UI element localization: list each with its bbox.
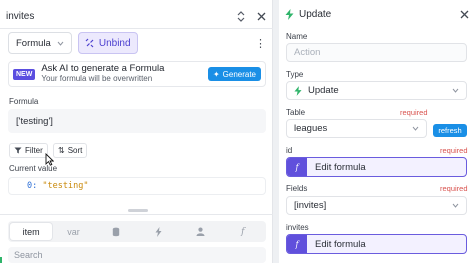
filter-label: Filter: [25, 146, 43, 155]
table-select[interactable]: leagues: [286, 119, 427, 138]
action-title: Update: [299, 9, 332, 20]
function-icon: f: [287, 235, 307, 253]
scrollbar[interactable]: [267, 0, 273, 263]
type-label: Type: [286, 70, 304, 79]
fields-select[interactable]: [invites]: [286, 196, 467, 215]
refresh-button[interactable]: refresh: [433, 124, 467, 137]
tab-user[interactable]: [179, 223, 221, 240]
id-formula-button[interactable]: f Edit formula: [286, 157, 467, 177]
table-label: Table: [286, 108, 306, 117]
bolt-icon: [294, 85, 302, 96]
mode-select-value: Formula: [16, 37, 51, 49]
more-icon[interactable]: ⋮: [255, 37, 266, 50]
search-input[interactable]: Search: [8, 247, 266, 263]
fields-value: [invites]: [294, 200, 327, 211]
unlink-icon: [85, 38, 94, 48]
action-properties-panel: Update Name Action Type Update Table req…: [279, 0, 474, 263]
current-value-display: 0: "testing": [8, 177, 266, 195]
fields-required: required: [440, 184, 468, 193]
tab-item[interactable]: item: [10, 223, 53, 240]
tab-database[interactable]: [95, 223, 137, 240]
data-source-tabs: item var f: [8, 221, 266, 242]
chevron-down-icon: [452, 88, 459, 93]
formula-label: Formula: [9, 97, 39, 106]
sort-button[interactable]: ⇅ Sort: [53, 143, 88, 158]
tab-functions[interactable]: f: [222, 223, 264, 240]
function-icon: f: [241, 226, 245, 237]
sort-icon: ⇅: [58, 146, 65, 155]
current-value-string: "testing": [42, 181, 89, 191]
database-icon: [112, 227, 120, 236]
current-value-key: 0:: [27, 181, 38, 191]
invites-formula-label: Edit formula: [315, 238, 366, 250]
unbind-button[interactable]: Unbind: [77, 32, 138, 54]
current-value-label: Current value: [9, 164, 58, 173]
close-icon[interactable]: [460, 10, 469, 19]
id-required: required: [440, 146, 468, 155]
id-formula-label: Edit formula: [315, 161, 366, 173]
chevron-down-icon: [452, 203, 459, 208]
table-value: leagues: [294, 123, 328, 134]
tab-var[interactable]: var: [52, 223, 94, 240]
divider: [0, 28, 273, 29]
sparkle-icon: ✦: [212, 69, 220, 79]
mode-select[interactable]: Formula: [8, 32, 72, 54]
chevron-down-icon: [57, 41, 64, 46]
ai-generate-banner: NEW Ask AI to generate a Formula Your fo…: [8, 61, 266, 87]
status-indicator: [0, 257, 2, 263]
generate-label: Generate: [222, 69, 256, 79]
bolt-icon: [155, 226, 162, 237]
filter-button[interactable]: Filter: [9, 143, 48, 158]
filter-icon: [14, 147, 22, 154]
ai-subtitle: Your formula will be overwritten: [41, 74, 153, 83]
action-header: Update: [285, 9, 331, 20]
type-select[interactable]: Update: [286, 81, 467, 100]
binding-toolbar: Formula Unbind ⋮: [8, 31, 266, 55]
panel-header: invites: [0, 4, 273, 28]
invites-formula-button[interactable]: f Edit formula: [286, 234, 467, 254]
sort-label: Sort: [67, 146, 83, 155]
user-icon: [196, 227, 205, 236]
table-required: required: [400, 108, 428, 117]
formula-editor-panel: invites Formula Unbind ⋮ NEW Ask AI to g…: [0, 0, 273, 263]
divider: [0, 214, 273, 215]
panel-title: invites: [6, 10, 35, 22]
chevron-down-icon: [412, 126, 419, 131]
bolt-icon: [285, 9, 294, 20]
app-root: invites Formula Unbind ⋮ NEW Ask AI to g…: [0, 0, 474, 263]
tab-actions[interactable]: [137, 223, 179, 240]
invites-label: invites: [286, 223, 309, 232]
generate-button[interactable]: ✦ Generate: [207, 67, 261, 81]
type-value: Update: [308, 85, 339, 96]
formula-input[interactable]: ['testing']: [8, 109, 266, 133]
name-label: Name: [286, 32, 308, 41]
drag-handle[interactable]: [128, 209, 148, 212]
function-icon: f: [287, 158, 307, 176]
resize-icon[interactable]: [235, 10, 247, 22]
unbind-label: Unbind: [98, 37, 131, 49]
ai-title: Ask AI to generate a Formula: [41, 63, 165, 74]
fields-label: Fields: [286, 184, 308, 193]
id-label: id: [286, 146, 293, 155]
new-badge: NEW: [13, 68, 36, 80]
close-icon[interactable]: [255, 10, 267, 22]
name-input[interactable]: Action: [286, 43, 467, 62]
